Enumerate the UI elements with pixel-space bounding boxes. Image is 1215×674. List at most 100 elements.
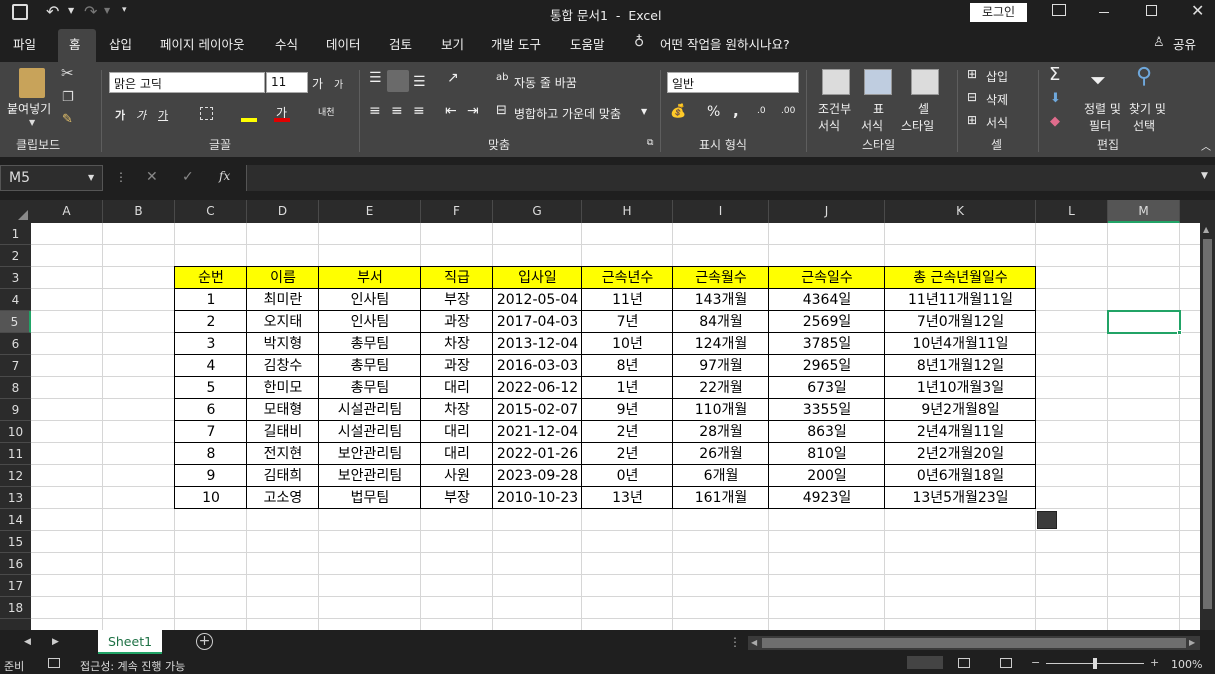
- align-middle-icon[interactable]: [387, 70, 409, 92]
- selected-cell-m5[interactable]: [1107, 310, 1181, 334]
- table-cell-hire-date[interactable]: 2022-06-12: [493, 377, 582, 399]
- copy-icon[interactable]: ❐: [62, 90, 74, 105]
- cell-styles-label1[interactable]: 셀: [918, 100, 929, 117]
- table-cell-years[interactable]: 1년: [582, 377, 673, 399]
- table-cell-name[interactable]: 한미모: [247, 377, 319, 399]
- format-painter-icon[interactable]: ✎: [62, 112, 73, 127]
- format-table-label1[interactable]: 표: [873, 100, 884, 117]
- table-cell-years[interactable]: 0년: [582, 465, 673, 487]
- row-header[interactable]: 12: [0, 465, 31, 487]
- scroll-right-icon[interactable]: ▶: [1189, 638, 1195, 647]
- table-cell-seq[interactable]: 9: [175, 465, 247, 487]
- table-cell-dept[interactable]: 인사팀: [319, 311, 421, 333]
- table-header-cell[interactable]: 근속년수: [582, 267, 673, 289]
- autosum-icon[interactable]: Σ: [1049, 64, 1060, 85]
- row-header[interactable]: 3: [0, 267, 31, 289]
- normal-view-icon[interactable]: [907, 656, 943, 669]
- number-format-select[interactable]: 일반: [667, 72, 799, 93]
- font-size-select[interactable]: 11: [266, 72, 308, 93]
- table-cell-months[interactable]: 6개월: [673, 465, 769, 487]
- decrease-font-icon[interactable]: 가: [334, 76, 343, 91]
- row-header[interactable]: 4: [0, 289, 31, 311]
- table-cell-months[interactable]: 124개월: [673, 333, 769, 355]
- row-header[interactable]: 18: [0, 597, 31, 619]
- table-cell-days[interactable]: 2965일: [769, 355, 885, 377]
- table-cell-name[interactable]: 모태형: [247, 399, 319, 421]
- underline-icon[interactable]: 가: [158, 107, 168, 123]
- table-cell-months[interactable]: 84개월: [673, 311, 769, 333]
- table-cell-days[interactable]: 4923일: [769, 487, 885, 509]
- row-header[interactable]: 17: [0, 575, 31, 597]
- table-header-cell[interactable]: 근속일수: [769, 267, 885, 289]
- undo-dropdown-icon[interactable]: ▼: [68, 6, 74, 15]
- row-header[interactable]: 16: [0, 553, 31, 575]
- table-cell-years[interactable]: 11년: [582, 289, 673, 311]
- select-all-icon[interactable]: [18, 210, 28, 220]
- table-cell-total[interactable]: 1년10개월3일: [885, 377, 1036, 399]
- redo-icon[interactable]: ↷: [84, 2, 97, 21]
- table-cell-hire-date[interactable]: 2016-03-03: [493, 355, 582, 377]
- table-cell-seq[interactable]: 1: [175, 289, 247, 311]
- tab-page-layout[interactable]: 페이지 레이아웃: [160, 34, 244, 53]
- row-header[interactable]: 15: [0, 531, 31, 553]
- table-cell-name[interactable]: 오지태: [247, 311, 319, 333]
- bold-icon[interactable]: 가: [115, 107, 125, 123]
- wrap-text-button[interactable]: 자동 줄 바꿈: [514, 74, 577, 91]
- vertical-scrollbar[interactable]: ▲: [1200, 223, 1215, 630]
- table-cell-total[interactable]: 11년11개월11일: [885, 289, 1036, 311]
- clipboard-paste-icon[interactable]: [19, 68, 45, 98]
- tab-developer[interactable]: 개발 도구: [491, 34, 541, 53]
- table-cell-days[interactable]: 3355일: [769, 399, 885, 421]
- share-icon[interactable]: ♙: [1153, 35, 1165, 50]
- table-cell-dept[interactable]: 총무팀: [319, 333, 421, 355]
- save-icon[interactable]: [12, 4, 28, 20]
- table-header-cell[interactable]: 근속월수: [673, 267, 769, 289]
- table-cell-total[interactable]: 2년4개월11일: [885, 421, 1036, 443]
- close-icon[interactable]: ✕: [1191, 1, 1204, 20]
- row-header[interactable]: 7: [0, 355, 31, 377]
- align-bottom-icon[interactable]: ☰: [413, 74, 426, 90]
- row-header[interactable]: 10: [0, 421, 31, 443]
- tab-split-icon[interactable]: ⋮: [729, 635, 741, 649]
- col-header-l[interactable]: L: [1036, 200, 1108, 223]
- fill-handle[interactable]: [1177, 330, 1182, 335]
- login-button[interactable]: 로그인: [970, 3, 1027, 22]
- find-select-label2[interactable]: 선택: [1133, 117, 1155, 134]
- table-cell-hire-date[interactable]: 2022-01-26: [493, 443, 582, 465]
- ribbon-display-icon[interactable]: [1052, 4, 1066, 16]
- table-cell-months[interactable]: 97개월: [673, 355, 769, 377]
- table-cell-hire-date[interactable]: 2013-12-04: [493, 333, 582, 355]
- tab-view[interactable]: 보기: [441, 34, 464, 53]
- row-header[interactable]: 11: [0, 443, 31, 465]
- table-cell-days[interactable]: 3785일: [769, 333, 885, 355]
- undo-icon[interactable]: ↶: [46, 2, 59, 21]
- next-sheet-icon[interactable]: ▶: [52, 637, 59, 647]
- table-cell-hire-date[interactable]: 2010-10-23: [493, 487, 582, 509]
- table-cell-name[interactable]: 길태비: [247, 421, 319, 443]
- table-header-cell[interactable]: 부서: [319, 267, 421, 289]
- col-header-d[interactable]: D: [247, 200, 319, 223]
- table-cell-name[interactable]: 전지현: [247, 443, 319, 465]
- table-cell-days[interactable]: 2569일: [769, 311, 885, 333]
- macro-record-icon[interactable]: [48, 658, 60, 668]
- table-cell-days[interactable]: 673일: [769, 377, 885, 399]
- table-cell-years[interactable]: 2년: [582, 421, 673, 443]
- table-cell-years[interactable]: 13년: [582, 487, 673, 509]
- table-cell-seq[interactable]: 2: [175, 311, 247, 333]
- table-cell-months[interactable]: 28개월: [673, 421, 769, 443]
- share-button[interactable]: 공유: [1173, 34, 1196, 53]
- row-header[interactable]: 14: [0, 509, 31, 531]
- table-cell-years[interactable]: 2년: [582, 443, 673, 465]
- find-select-label1[interactable]: 찾기 및: [1129, 100, 1166, 117]
- hscroll-thumb[interactable]: [762, 638, 1186, 648]
- table-cell-seq[interactable]: 10: [175, 487, 247, 509]
- table-cell-dept[interactable]: 총무팀: [319, 355, 421, 377]
- table-cell-dept[interactable]: 법무팀: [319, 487, 421, 509]
- alignment-launcher-icon[interactable]: ⧉: [647, 138, 653, 148]
- table-cell-seq[interactable]: 4: [175, 355, 247, 377]
- tab-insert[interactable]: 삽입: [109, 34, 132, 53]
- table-cell-rank[interactable]: 부장: [421, 289, 493, 311]
- namebox-dropdown-icon[interactable]: ▼: [88, 173, 94, 182]
- table-cell-total[interactable]: 7년0개월12일: [885, 311, 1036, 333]
- table-cell-total[interactable]: 9년2개월8일: [885, 399, 1036, 421]
